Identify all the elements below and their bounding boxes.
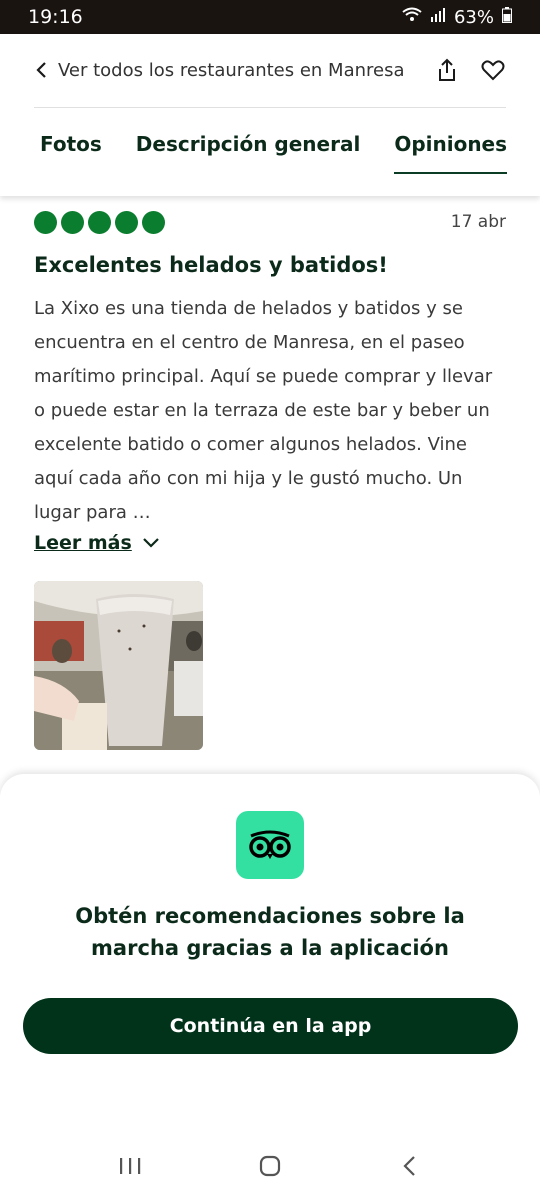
tab-fotos[interactable]: Fotos — [40, 132, 102, 174]
battery-level: 63% — [453, 6, 494, 28]
tab-bar: Fotos Descripción general Opiniones — [40, 132, 507, 174]
review-body: La Xixo es una tienda de helados y batid… — [34, 298, 493, 523]
battery-icon — [502, 7, 512, 27]
signal-icon — [430, 7, 446, 27]
read-more-button[interactable]: Leer más — [34, 532, 506, 554]
status-icons: 63% — [402, 7, 512, 28]
share-icon[interactable] — [434, 57, 460, 83]
rating-bubble — [115, 210, 138, 234]
rating-bubbles — [34, 210, 165, 234]
system-navigation-bar — [0, 1132, 540, 1200]
recents-icon[interactable] — [117, 1153, 143, 1179]
promo-text: Obtén recomendaciones sobre la marcha gr… — [75, 904, 465, 960]
chevron-left-icon — [36, 62, 46, 78]
read-more-label: Leer más — [34, 532, 132, 554]
chevron-down-icon — [143, 538, 159, 548]
heart-icon[interactable] — [480, 57, 506, 83]
owl-logo-icon — [236, 811, 304, 879]
wifi-icon — [402, 7, 422, 27]
top-navigation: Ver todos los restaurantes en Manresa Fo… — [0, 34, 540, 196]
status-bar: 19:16 63% — [0, 0, 540, 34]
review-photo[interactable] — [34, 581, 203, 750]
app-promo-sheet: Obtén recomendaciones sobre la marcha gr… — [0, 774, 540, 1200]
continue-in-app-button[interactable]: Continúa en la app — [23, 998, 518, 1054]
rating-bubble — [61, 210, 84, 234]
rating-bubble — [88, 210, 111, 234]
back-icon[interactable] — [397, 1153, 423, 1179]
back-to-restaurants-link[interactable]: Ver todos los restaurantes en Manresa — [34, 60, 405, 81]
tab-opiniones[interactable]: Opiniones — [394, 132, 507, 174]
tab-descripcion-general[interactable]: Descripción general — [136, 132, 361, 174]
back-link-label: Ver todos los restaurantes en Manresa — [58, 59, 405, 81]
review-card: 17 abr Excelentes helados y batidos! La … — [34, 208, 506, 554]
review-title: Excelentes helados y batidos! — [34, 253, 388, 277]
home-icon[interactable] — [257, 1153, 283, 1179]
rating-bubble — [34, 210, 57, 234]
nav-divider — [34, 107, 506, 108]
review-date: 17 abr — [450, 212, 506, 232]
status-time: 19:16 — [28, 6, 83, 28]
rating-bubble — [142, 210, 165, 234]
